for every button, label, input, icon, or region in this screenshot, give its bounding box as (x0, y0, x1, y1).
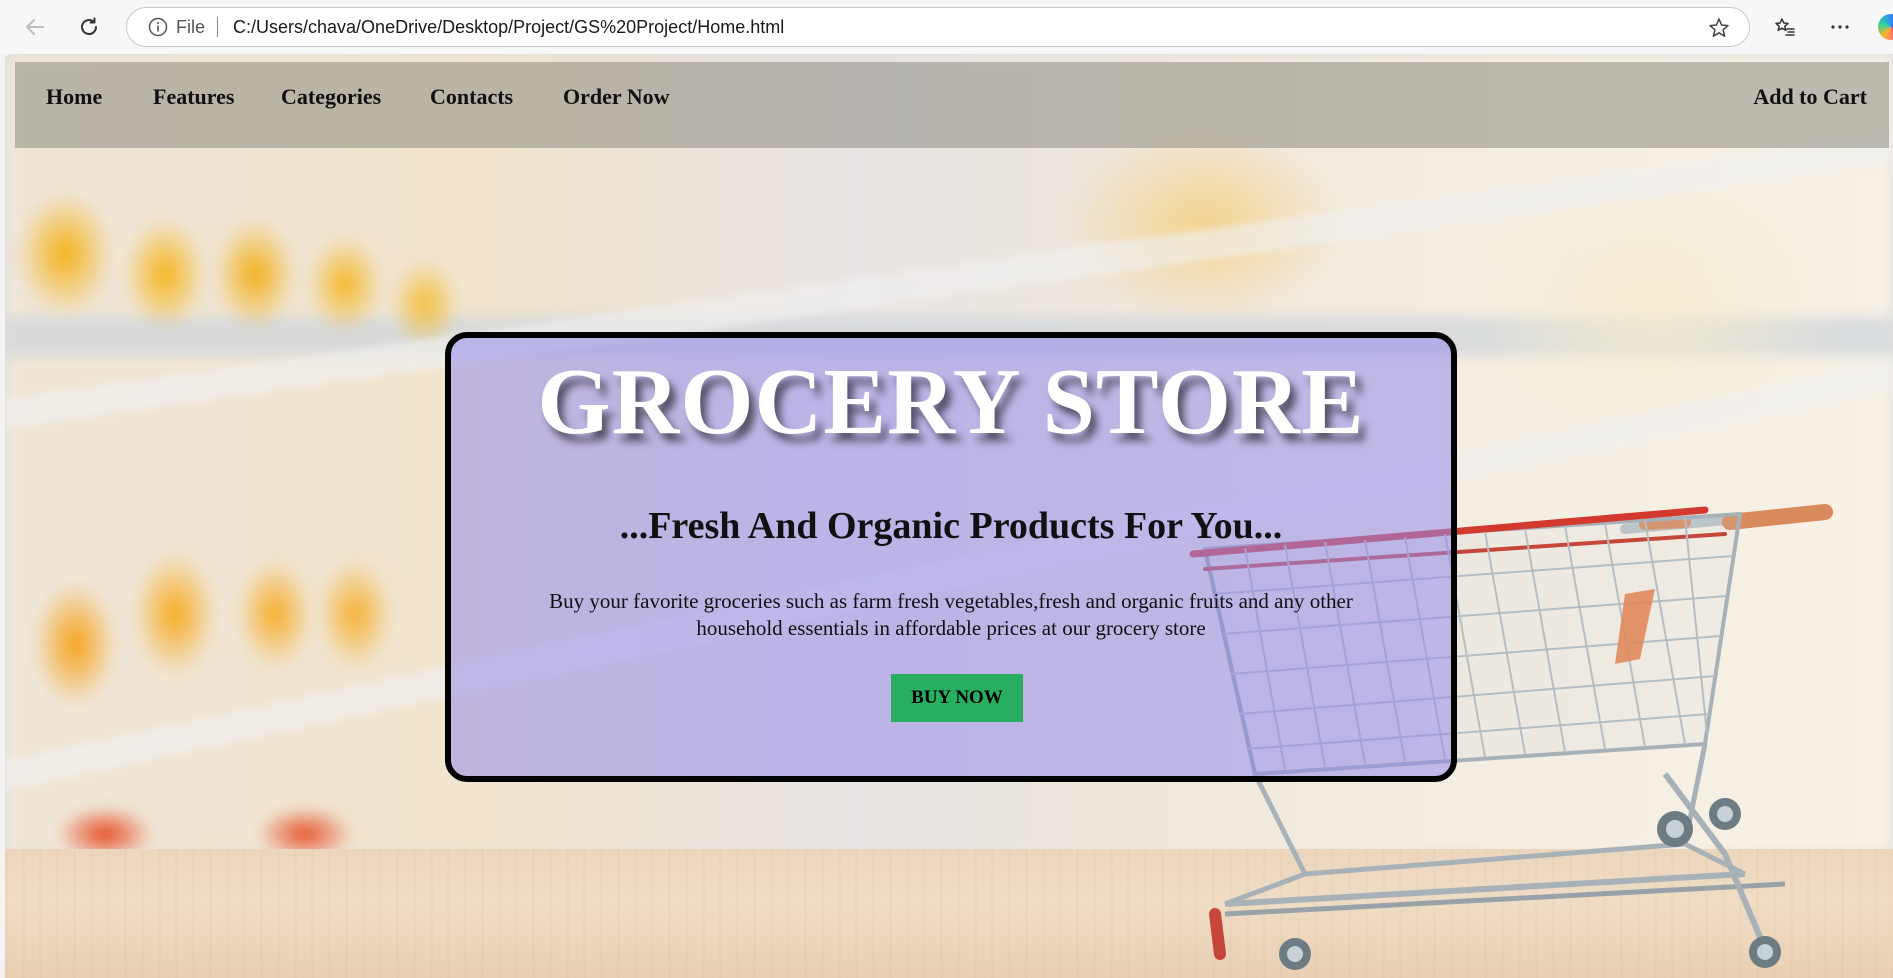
file-scheme-label: File (176, 16, 206, 37)
address-bar[interactable]: File C:/Users/chava/OneDrive/Desktop/Pro… (126, 7, 1750, 47)
hero-description-line-2: household essentials in affordable price… (696, 616, 1206, 640)
url-text[interactable]: C:/Users/chava/OneDrive/Desktop/Project/… (233, 17, 784, 38)
nav-link-contacts[interactable]: Contacts (430, 84, 513, 110)
browser-toolbar: File C:/Users/chava/OneDrive/Desktop/Pro… (0, 0, 1893, 54)
refresh-button[interactable] (71, 9, 107, 45)
nav-link-features[interactable]: Features (153, 84, 234, 110)
buy-now-button[interactable]: BUY NOW (891, 674, 1023, 722)
more-icon (1831, 25, 1849, 29)
more-button[interactable] (1822, 9, 1858, 45)
add-to-cart-link[interactable]: Add to Cart (1753, 84, 1867, 110)
favorites-icon (1775, 18, 1795, 36)
site-navbar: Home Features Categories Contacts Order … (15, 62, 1889, 148)
favorites-button[interactable] (1767, 9, 1803, 45)
hero-description: Buy your favorite groceries such as farm… (491, 588, 1411, 642)
address-separator (217, 17, 219, 37)
nav-link-home[interactable]: Home (46, 84, 102, 110)
refresh-icon (81, 17, 97, 35)
nav-link-order-now[interactable]: Order Now (563, 84, 670, 110)
page-viewport: Home Features Categories Contacts Order … (5, 54, 1893, 978)
nav-link-categories[interactable]: Categories (281, 84, 381, 110)
info-icon[interactable] (148, 17, 168, 37)
hero-description-line-1: Buy your favorite groceries such as farm… (549, 589, 1353, 613)
hero-title: GROCERY STORE (537, 350, 1365, 454)
star-icon[interactable] (1707, 16, 1731, 40)
copilot-icon[interactable] (1878, 14, 1893, 40)
hero-subtitle: ...Fresh And Organic Products For You... (619, 505, 1283, 547)
back-arrow-icon (26, 19, 44, 35)
back-button[interactable] (17, 9, 53, 45)
hero-card: GROCERY STORE ...Fresh And Organic Produ… (445, 332, 1457, 782)
